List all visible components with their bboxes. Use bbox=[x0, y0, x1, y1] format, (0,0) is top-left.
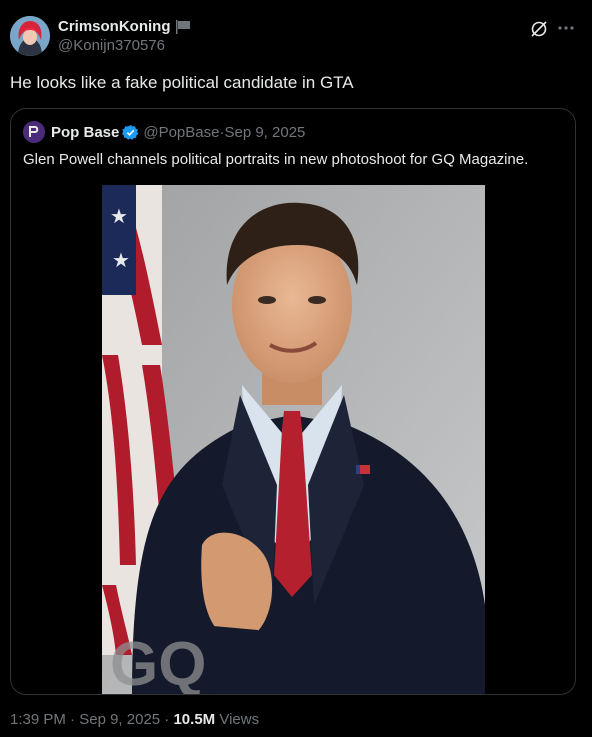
flag-icon bbox=[175, 19, 190, 34]
tweet-header: CrimsonKoning @Konijn370576 bbox=[10, 16, 582, 60]
tweet-meta: 1:39 PM · Sep 9, 2025 · 10.5M Views bbox=[10, 711, 259, 728]
quoted-handle[interactable]: @PopBase bbox=[143, 124, 219, 141]
quoted-image[interactable]: ★ ★ GQ bbox=[102, 185, 485, 695]
avatar[interactable] bbox=[10, 16, 50, 56]
more-icon[interactable] bbox=[556, 18, 576, 38]
handle[interactable]: @Konijn370576 bbox=[58, 37, 191, 54]
gq-watermark: GQ bbox=[110, 630, 206, 695]
quoted-header: Pop Base @PopBase · Sep 9, 2025 bbox=[23, 121, 305, 143]
svg-text:★: ★ bbox=[110, 206, 128, 228]
meta-separator-2: · bbox=[160, 711, 174, 728]
quoted-avatar[interactable] bbox=[23, 121, 45, 143]
display-name[interactable]: CrimsonKoning bbox=[58, 18, 191, 35]
quoted-date[interactable]: Sep 9, 2025 bbox=[224, 124, 305, 141]
verified-icon bbox=[122, 124, 139, 140]
svg-text:★: ★ bbox=[112, 250, 130, 272]
timestamp[interactable]: 1:39 PM bbox=[10, 711, 66, 728]
views-count: 10.5M bbox=[173, 711, 216, 728]
grok-icon[interactable] bbox=[530, 20, 548, 38]
display-name-text[interactable]: CrimsonKoning bbox=[58, 18, 171, 35]
quoted-name[interactable]: Pop Base bbox=[51, 124, 119, 141]
quoted-text: Glen Powell channels political portraits… bbox=[23, 151, 529, 168]
quoted-tweet[interactable]: Pop Base @PopBase · Sep 9, 2025 Glen Pow… bbox=[10, 108, 576, 695]
author-info: CrimsonKoning @Konijn370576 bbox=[58, 18, 191, 54]
views-label: Views bbox=[219, 711, 260, 728]
meta-separator: · bbox=[65, 711, 80, 728]
date[interactable]: Sep 9, 2025 bbox=[79, 711, 160, 728]
tweet-text: He looks like a fake political candidate… bbox=[10, 73, 354, 92]
